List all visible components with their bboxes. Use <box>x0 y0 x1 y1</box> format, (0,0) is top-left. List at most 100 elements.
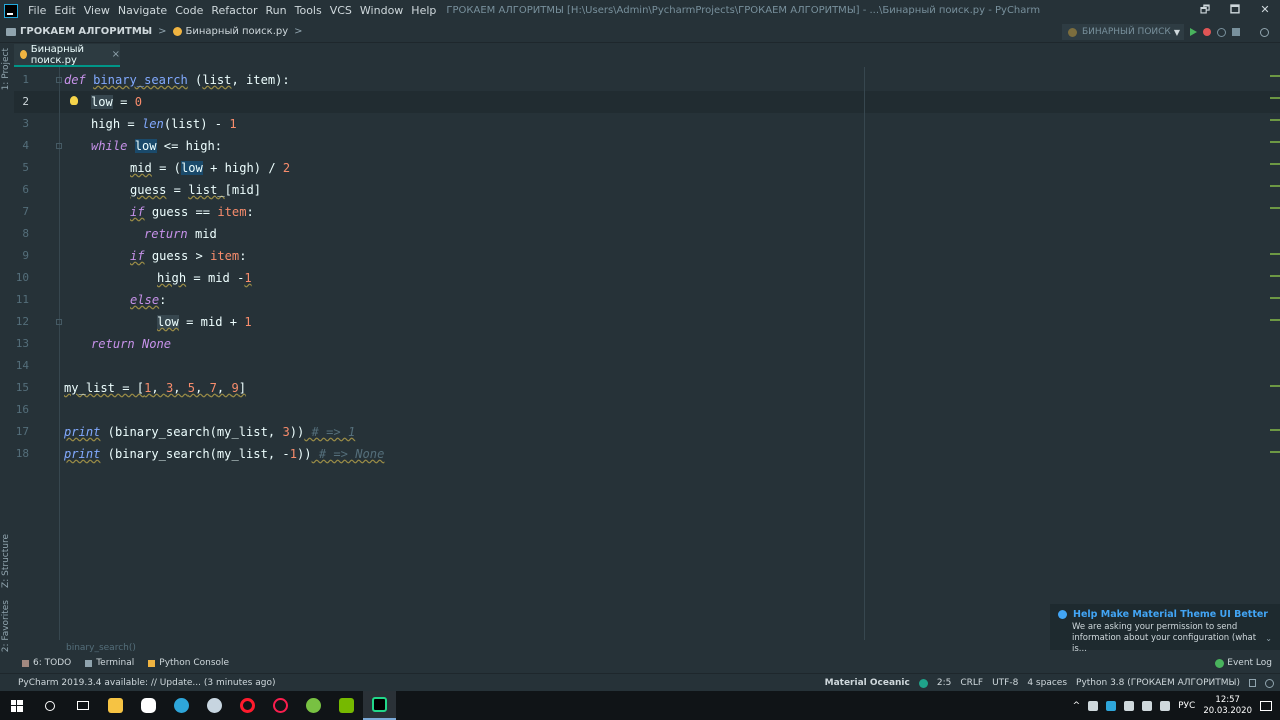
breadcrumb-project[interactable]: ГРОКАЕМ АЛГОРИТМЫ <box>20 26 152 37</box>
python-file-icon <box>172 27 182 36</box>
tray-network-icon[interactable] <box>1142 700 1153 711</box>
menu-code[interactable]: Code <box>171 4 207 17</box>
menu-file[interactable]: File <box>24 4 50 17</box>
fold-marker-icon[interactable] <box>56 77 62 83</box>
todo-tool-tab[interactable]: 6: TODO <box>22 658 71 668</box>
tab-binary-search[interactable]: Бинарный поиск.py × <box>14 44 120 67</box>
tab-label: Бинарный поиск.py <box>30 43 85 66</box>
inspection-stripe[interactable] <box>1270 429 1280 431</box>
menu-run[interactable]: Run <box>262 4 291 17</box>
code-line-1: def binary_search (list, item): <box>64 69 290 91</box>
close-window-button[interactable]: ✕ <box>1250 0 1280 21</box>
fold-marker-icon[interactable] <box>56 319 62 325</box>
search-taskbar-button[interactable] <box>33 691 66 720</box>
menu-edit[interactable]: Edit <box>50 4 79 17</box>
structure-tool-tab[interactable]: Z: Structure <box>1 534 11 588</box>
inspection-stripe[interactable] <box>1270 141 1280 143</box>
taskbar-steam[interactable] <box>198 691 231 720</box>
taskbar-opera[interactable] <box>231 691 264 720</box>
taskbar-telegram[interactable] <box>165 691 198 720</box>
menu-vcs[interactable]: VCS <box>326 4 356 17</box>
notification-title[interactable]: Help Make Material Theme UI Better <box>1073 609 1268 620</box>
inspection-stripe[interactable] <box>1270 97 1280 99</box>
code-token: guess == <box>144 205 218 219</box>
code-token: , <box>231 73 247 87</box>
menu-help[interactable]: Help <box>407 4 440 17</box>
code-editor[interactable]: 1 2 3 4 5 6 7 8 9 10 11 12 13 14 15 16 1… <box>14 67 1280 640</box>
code-token: = mid + <box>178 315 245 329</box>
notification-header: Help Make Material Theme UI Better <box>1058 609 1272 620</box>
update-available-message[interactable]: PyCharm 2019.3.4 available: // Update...… <box>18 678 275 688</box>
taskbar-discord[interactable] <box>132 691 165 720</box>
editor-breadcrumb[interactable]: binary_search() <box>66 643 136 653</box>
inspection-stripe[interactable] <box>1270 297 1280 299</box>
close-tab-icon[interactable]: × <box>112 49 120 60</box>
file-encoding[interactable]: UTF-8 <box>992 678 1018 688</box>
indent-setting[interactable]: 4 spaces <box>1027 678 1067 688</box>
fold-marker-icon[interactable] <box>56 143 62 149</box>
taskbar-pycharm[interactable] <box>363 691 396 720</box>
inspection-stripe[interactable] <box>1270 163 1280 165</box>
inspection-stripe[interactable] <box>1270 207 1280 209</box>
code-token: (binary_search(my_list, <box>100 425 283 439</box>
terminal-tool-tab[interactable]: Terminal <box>85 658 134 668</box>
event-log-tool-tab[interactable]: Event Log <box>1215 658 1272 668</box>
windows-start-button[interactable] <box>0 691 33 720</box>
code-token: binary_search <box>93 73 188 87</box>
code-token: my_list = [ <box>64 381 145 395</box>
taskbar-nvidia[interactable] <box>330 691 363 720</box>
todo-icon <box>22 659 29 667</box>
code-token: 0 <box>134 95 142 109</box>
inspection-stripe[interactable] <box>1270 185 1280 187</box>
tray-volume-icon[interactable] <box>1160 700 1171 711</box>
material-theme-notification[interactable]: Help Make Material Theme UI Better We ar… <box>1050 604 1280 654</box>
inspection-stripe[interactable] <box>1270 451 1280 453</box>
editor-tab-bar: Бинарный поиск.py × <box>14 44 1280 67</box>
taskbar-utorrent[interactable] <box>297 691 330 720</box>
notification-body: We are asking your permission to send in… <box>1072 622 1272 655</box>
caret-position[interactable]: 2:5 <box>937 678 951 688</box>
action-center-icon[interactable] <box>1260 700 1272 711</box>
favorites-tool-tab[interactable]: 2: Favorites <box>1 600 11 652</box>
task-view-button[interactable] <box>66 691 99 720</box>
theme-name[interactable]: Material Oceanic <box>825 678 910 688</box>
clock[interactable]: 12:57 20.03.2020 <box>1203 695 1252 717</box>
inspection-stripe[interactable] <box>1270 119 1280 121</box>
theme-color-icon[interactable] <box>918 678 928 688</box>
taskbar-opera-gx[interactable] <box>264 691 297 720</box>
python-interpreter[interactable]: Python 3.8 (ГРОКАЕМ АЛГОРИТМЫ) <box>1076 678 1240 688</box>
inspection-stripe[interactable] <box>1270 275 1280 277</box>
inspection-stripe[interactable] <box>1270 385 1280 387</box>
breadcrumb-file[interactable]: Бинарный поиск.py <box>186 26 289 37</box>
inspection-stripe[interactable] <box>1270 75 1280 77</box>
taskbar-file-explorer[interactable] <box>99 691 132 720</box>
lightbulb-intention-icon[interactable] <box>70 96 78 105</box>
input-language[interactable]: РУС <box>1178 701 1195 711</box>
tray-app-icon[interactable] <box>1088 700 1099 711</box>
inspection-stripe[interactable] <box>1270 253 1280 255</box>
stop-icon[interactable] <box>1232 28 1240 36</box>
menu-tools[interactable]: Tools <box>291 4 326 17</box>
inspection-stripe[interactable] <box>1270 319 1280 321</box>
run-configuration-select[interactable]: БИНАРНЫЙ ПОИСК ▼ <box>1062 24 1184 40</box>
expand-chevron-icon[interactable]: ⌄ <box>1265 634 1272 643</box>
run-icon[interactable] <box>1190 28 1197 36</box>
coverage-icon[interactable] <box>1217 27 1226 37</box>
lock-icon[interactable] <box>1249 679 1256 687</box>
menu-navigate[interactable]: Navigate <box>114 4 171 17</box>
code-token: mid <box>187 227 217 241</box>
line-number: 2 <box>22 95 29 108</box>
tray-chevron-up-icon[interactable]: ^ <box>1073 701 1081 711</box>
tray-telegram-icon[interactable] <box>1106 700 1117 711</box>
menu-window[interactable]: Window <box>356 4 407 17</box>
menu-view[interactable]: View <box>80 4 114 17</box>
debug-icon[interactable] <box>1203 28 1211 36</box>
search-icon[interactable] <box>1260 27 1269 37</box>
inspector-face-icon[interactable] <box>1265 678 1274 688</box>
line-separator[interactable]: CRLF <box>960 678 983 688</box>
python-console-tool-tab[interactable]: Python Console <box>148 658 229 668</box>
menu-refactor[interactable]: Refactor <box>207 4 261 17</box>
maximize-button[interactable]: 🗖 <box>1220 0 1250 21</box>
tray-steam-icon[interactable] <box>1124 700 1135 711</box>
minimize-button[interactable]: 🗗 <box>1190 0 1220 21</box>
